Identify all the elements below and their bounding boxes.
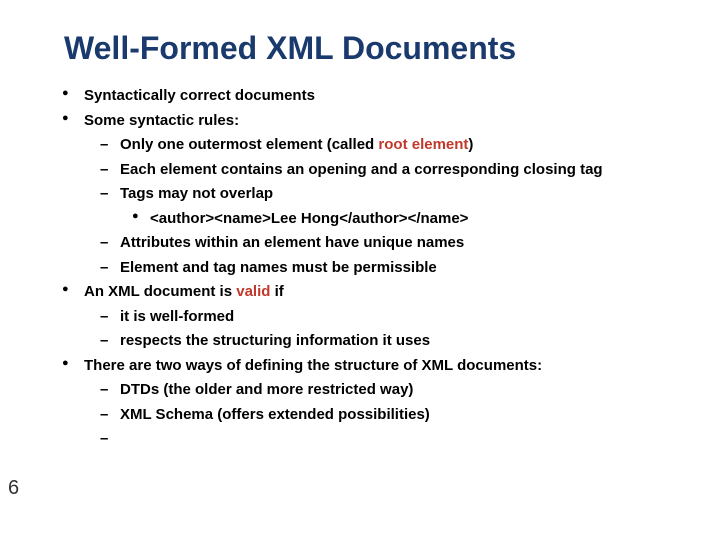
sub-list: it is well-formed respects the structuri…: [84, 306, 680, 353]
sub-item: Attributes within an element have unique…: [84, 232, 680, 255]
sub-text: DTDs (the older and more restricted way): [120, 381, 413, 398]
bullet-text: if: [270, 283, 283, 300]
bullet-text: There are two ways of defining the struc…: [84, 357, 542, 374]
sub-item: DTDs (the older and more restricted way): [84, 379, 680, 402]
page-number: 6: [8, 477, 19, 500]
sub-item: Tags may not overlap <author><name>Lee H…: [84, 183, 680, 230]
highlight-text: root element: [378, 136, 468, 153]
sub-text: Element and tag names must be permissibl…: [120, 259, 437, 276]
bullet-item: Syntactically correct documents: [58, 85, 680, 108]
sub-text: it is well-formed: [120, 308, 234, 325]
sub-text: Only one outermost element (called: [120, 136, 378, 153]
sub-text: Each element contains an opening and a c…: [120, 161, 603, 178]
highlight-text: valid: [236, 283, 270, 300]
sub-text: XML Schema (offers extended possibilitie…: [120, 406, 430, 423]
sub-item: it is well-formed: [84, 306, 680, 329]
sub-item: respects the structuring information it …: [84, 330, 680, 353]
slide: Well-Formed XML Documents Syntactically …: [0, 0, 720, 540]
sub-text: respects the structuring information it …: [120, 332, 430, 349]
bullet-text: An XML document is: [84, 283, 236, 300]
sub-item: Only one outermost element (called root …: [84, 134, 680, 157]
sub-list: DTDs (the older and more restricted way)…: [84, 379, 680, 426]
sub-text: Attributes within an element have unique…: [120, 234, 464, 251]
bullet-text: Syntactically correct documents: [84, 87, 315, 104]
sub-item: Each element contains an opening and a c…: [84, 159, 680, 182]
bullet-list: Syntactically correct documents Some syn…: [58, 85, 680, 426]
sub-sub-item: <author><name>Lee Hong</author></name>: [120, 208, 680, 231]
sub-item: Element and tag names must be permissibl…: [84, 257, 680, 280]
code-text: <author><name>Lee Hong</author></name>: [150, 210, 468, 227]
sub-list: Only one outermost element (called root …: [84, 134, 680, 279]
bullet-text: Some syntactic rules:: [84, 112, 239, 129]
bullet-item: Some syntactic rules: Only one outermost…: [58, 110, 680, 280]
sub-text: Tags may not overlap: [120, 185, 273, 202]
slide-title: Well-Formed XML Documents: [64, 30, 680, 67]
bullet-item: There are two ways of defining the struc…: [58, 355, 680, 427]
sub-item: XML Schema (offers extended possibilitie…: [84, 404, 680, 427]
bullet-item: An XML document is valid if it is well-f…: [58, 281, 680, 353]
sub-text: ): [468, 136, 473, 153]
sub-sub-list: <author><name>Lee Hong</author></name>: [120, 208, 680, 231]
